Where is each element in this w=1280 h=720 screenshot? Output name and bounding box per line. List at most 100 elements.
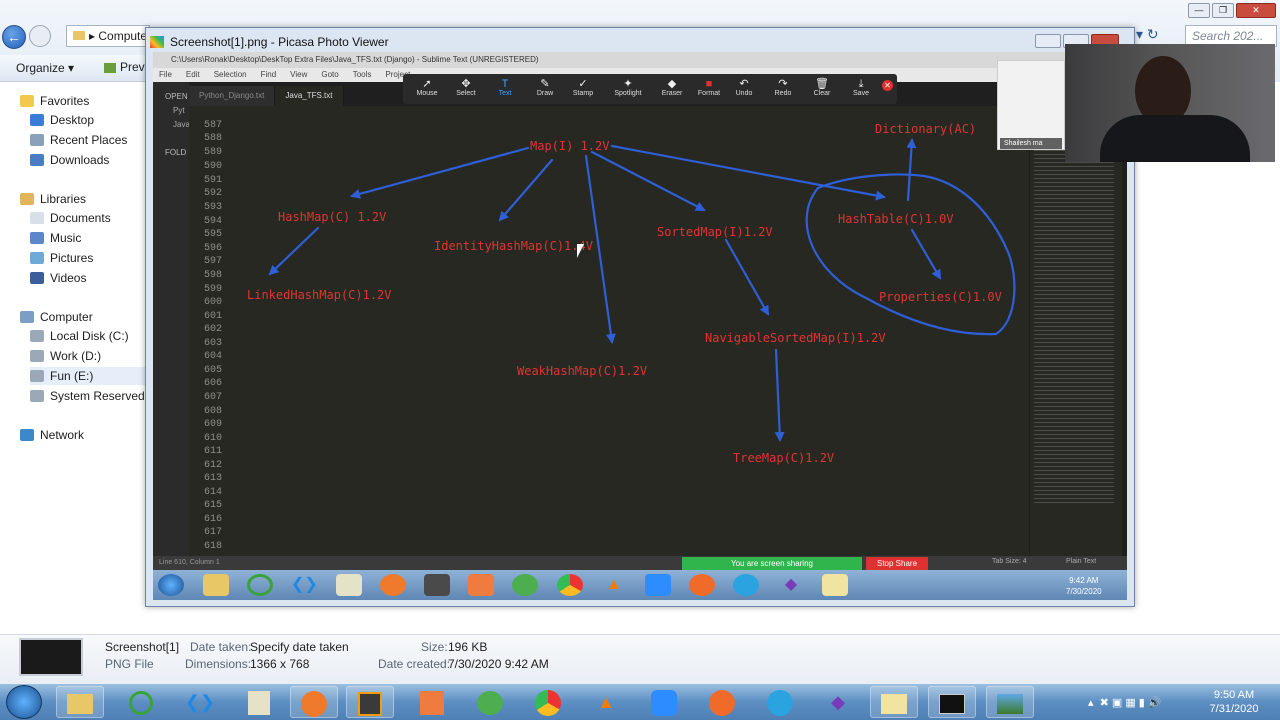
- zoom-tool-undo: ↶ Undo: [724, 78, 764, 97]
- nav-pictures[interactable]: Pictures: [30, 249, 93, 267]
- line-number: 611: [203, 446, 222, 457]
- webcam-person-body: [1100, 115, 1250, 162]
- tab-java-tfs: Java_TFS.txt: [275, 86, 344, 106]
- tool-label: Text: [498, 90, 512, 97]
- clock-time: 9:50 AM: [1213, 689, 1255, 701]
- nav-recent-places[interactable]: Recent Places: [30, 131, 127, 149]
- taskbar-vscode-icon[interactable]: ❮❯: [176, 686, 224, 718]
- refresh-icon[interactable]: ▾ ↻: [1136, 26, 1180, 46]
- sidebar-open-files: OPEN: [165, 92, 188, 101]
- taskbar-clock[interactable]: 9:50 AM 7/31/2020: [1196, 688, 1272, 716]
- line-number: 591: [203, 175, 222, 186]
- taskbar-chrome-icon[interactable]: [524, 686, 572, 718]
- line-number: 599: [203, 284, 222, 295]
- zoom-tool-stamp: ✓ Stamp: [563, 78, 603, 97]
- undo-icon: ↶: [739, 78, 749, 90]
- menu-item: Goto: [321, 70, 339, 79]
- taskbar-telegram-icon[interactable]: [756, 686, 804, 718]
- nav-libraries[interactable]: Libraries: [20, 190, 86, 208]
- taskbar-zoom-icon[interactable]: [640, 686, 688, 718]
- label-dictionary: Dictionary(AC): [875, 122, 977, 136]
- nav-label: Music: [50, 231, 82, 245]
- file-type: PNG File: [105, 657, 154, 671]
- sublime-sidebar: OPEN Pyt Java FOLD: [153, 82, 190, 556]
- taskbar-firefox-icon[interactable]: [290, 686, 338, 718]
- size-label: Size:: [421, 640, 448, 654]
- inner-postman-icon: [689, 574, 715, 596]
- taskbar-vlc-icon[interactable]: ▲: [582, 686, 630, 718]
- address-bar[interactable]: ▸ Computer: [66, 25, 150, 47]
- line-number: 603: [203, 338, 222, 349]
- nav-drive-h[interactable]: System Reserved (H: [30, 387, 161, 405]
- line-number: 595: [203, 229, 222, 240]
- preview-button[interactable]: Previ: [104, 60, 147, 74]
- taskbar-cmd-icon[interactable]: [928, 686, 976, 718]
- inner-chrome-icon: [557, 574, 583, 596]
- taskbar-app-icon[interactable]: [466, 686, 514, 718]
- taskbar-xampp-icon[interactable]: [408, 686, 456, 718]
- nav-drive-c[interactable]: Local Disk (C:): [30, 327, 129, 345]
- music-icon: [30, 232, 44, 244]
- taskbar-sync-icon[interactable]: [117, 686, 165, 718]
- label-hashmap: HashMap(C) 1.2V: [278, 210, 387, 224]
- taskbar-notepad-icon[interactable]: [235, 686, 283, 718]
- line-number: 605: [203, 365, 222, 376]
- nav-computer[interactable]: Computer: [20, 308, 93, 326]
- stamp-icon: ✓: [578, 78, 588, 90]
- line-number: 604: [203, 351, 222, 362]
- zoom-tool-spotlight: ✦ Spotlight: [608, 78, 648, 97]
- nav-favorites[interactable]: Favorites: [20, 92, 89, 110]
- nav-documents[interactable]: Documents: [30, 209, 111, 227]
- forward-arrow-icon[interactable]: [29, 25, 51, 47]
- explorer-window-controls: — ❐ ✕: [1188, 3, 1276, 19]
- taskbar-sublime-icon[interactable]: [346, 686, 394, 718]
- minimize-icon[interactable]: [1035, 34, 1061, 48]
- zoom-tool-format: ■ Format: [689, 78, 729, 97]
- nav-videos[interactable]: Videos: [30, 269, 86, 287]
- inner-xampp-icon: [468, 574, 494, 596]
- tool-label: Clear: [813, 90, 831, 97]
- drive-icon: [30, 390, 44, 402]
- size-value: 196 KB: [448, 640, 488, 654]
- taskbar-picasa-icon[interactable]: [986, 686, 1034, 718]
- line-number: 600: [203, 297, 222, 308]
- participant-name: Shailesh ma: [1000, 138, 1062, 149]
- date-taken-value[interactable]: Specify date taken: [250, 640, 349, 654]
- menu-item: Find: [260, 70, 277, 79]
- taskbar-visualstudio-icon[interactable]: ◆: [814, 686, 862, 718]
- syntax-indicator: Plain Text: [1066, 558, 1097, 565]
- taskbar-postman-icon[interactable]: [698, 686, 746, 718]
- nav-drive-e[interactable]: Fun (E:): [30, 367, 146, 385]
- inner-vlc-icon: ▲: [606, 576, 622, 593]
- back-arrow-icon[interactable]: ←: [2, 25, 26, 49]
- line-number: 606: [203, 378, 222, 389]
- nav-desktop[interactable]: Desktop: [30, 111, 94, 129]
- menu-item: File: [159, 70, 172, 79]
- nav-network[interactable]: Network: [20, 426, 84, 444]
- recent-icon: [30, 134, 44, 146]
- line-number: 618: [203, 541, 222, 552]
- text-icon: T: [501, 78, 509, 90]
- nav-label: Documents: [50, 211, 111, 225]
- taskbar-folder-icon[interactable]: [870, 686, 918, 718]
- eraser-icon: ◆: [667, 78, 677, 90]
- menu-item: View: [290, 70, 308, 79]
- close-icon[interactable]: ✕: [1236, 3, 1276, 18]
- line-number: 612: [203, 460, 222, 471]
- system-tray[interactable]: ▴ ✖ ▣ ▦ ▮ 🔊: [1088, 696, 1162, 709]
- minimize-icon[interactable]: —: [1188, 3, 1210, 18]
- maximize-icon[interactable]: ❐: [1212, 3, 1234, 18]
- start-button[interactable]: [6, 685, 42, 719]
- organize-button[interactable]: Organize ▾: [16, 61, 74, 75]
- drive-icon: [30, 370, 44, 382]
- taskbar-explorer-icon[interactable]: [56, 686, 104, 718]
- nav-downloads[interactable]: Downloads: [30, 151, 109, 169]
- zoom-tool-draw: ✎ Draw: [525, 78, 565, 97]
- participant-video-tile: [997, 60, 1065, 150]
- date-created-label: Date created:: [378, 657, 451, 671]
- zoom-tool-text: T Text: [485, 78, 525, 97]
- screen-sharing-banner: You are screen sharing: [682, 557, 862, 570]
- nav-drive-d[interactable]: Work (D:): [30, 347, 101, 365]
- zoom-tool-eraser: ◆ Eraser: [652, 78, 692, 97]
- nav-music[interactable]: Music: [30, 229, 81, 247]
